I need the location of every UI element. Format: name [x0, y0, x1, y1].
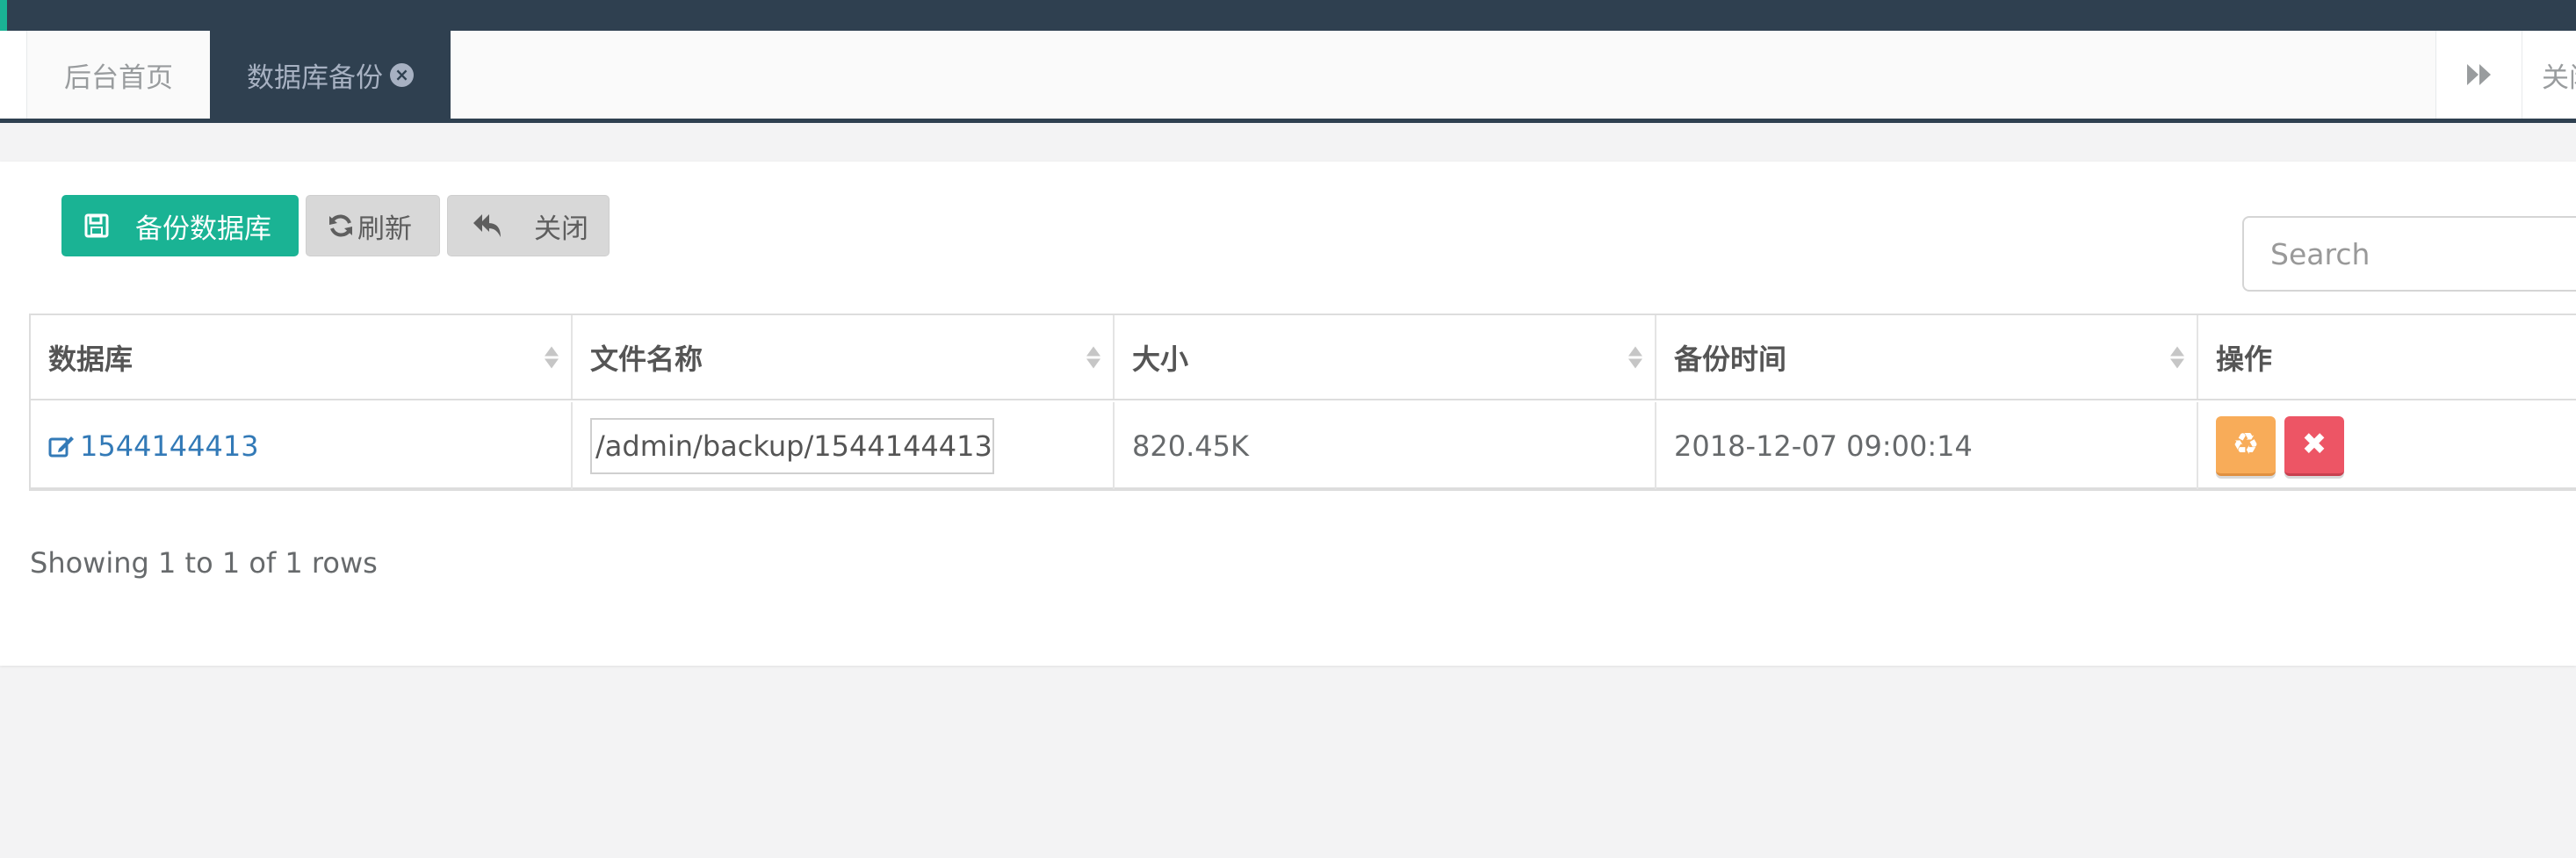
reply-icon — [473, 213, 502, 239]
close-button[interactable]: 关闭 — [447, 195, 610, 256]
database-name: 1544144413 — [80, 429, 259, 463]
filename-field[interactable] — [590, 417, 994, 474]
close-operations-label: 关闭操作 — [2542, 61, 2576, 94]
sort-icon — [545, 346, 559, 368]
header-database[interactable]: 数据库 — [31, 315, 573, 399]
sort-icon — [1628, 346, 1642, 368]
restore-button[interactable]: ♻ — [2216, 415, 2276, 476]
header-backup-time-label: 备份时间 — [1674, 342, 1787, 376]
close-operations-button[interactable]: 关闭操作 — [2522, 31, 2576, 119]
recycle-icon: ♻ — [2232, 427, 2260, 462]
content-tabs-bar: 后台首页 数据库备份 × 关闭操作 — [0, 31, 2576, 123]
file-size: 820.45K — [1132, 429, 1249, 463]
header-operations-label: 操作 — [2216, 342, 2273, 376]
backup-database-button[interactable]: 备份数据库 — [61, 195, 299, 256]
header-filename[interactable]: 文件名称 — [573, 315, 1115, 399]
save-icon — [84, 213, 109, 238]
cell-filename — [573, 402, 1115, 489]
forward-icon — [2466, 64, 2491, 85]
table-header-row: 数据库 文件名称 大小 备份时间 操作 — [31, 315, 2576, 400]
cell-size: 820.45K — [1115, 402, 1656, 489]
table-row: 1544144413 820.45K 2018-12-07 09:00:14 ♻… — [31, 402, 2576, 489]
close-circle-icon[interactable]: × — [390, 62, 414, 87]
delete-x-icon: ✖ — [2301, 427, 2327, 462]
cell-operations: ♻ ✖ — [2198, 402, 2576, 489]
backup-time: 2018-12-07 09:00:14 — [1674, 429, 1973, 463]
tab-home-label: 后台首页 — [64, 61, 173, 94]
cell-backup-time: 2018-12-07 09:00:14 — [1656, 402, 2198, 489]
tab-database-backup[interactable]: 数据库备份 × — [210, 31, 451, 119]
header-operations: 操作 — [2198, 315, 2576, 399]
header-size[interactable]: 大小 — [1115, 315, 1656, 399]
pagination-info: Showing 1 to 1 of 1 rows — [30, 546, 378, 580]
close-label: 关闭 — [534, 213, 588, 245]
header-backup-time[interactable]: 备份时间 — [1656, 315, 2198, 399]
sort-icon — [2170, 346, 2184, 368]
tabs-forward-button[interactable] — [2435, 31, 2522, 119]
tab-home[interactable]: 后台首页 — [27, 31, 210, 119]
backup-panel: 备份数据库 刷新 关闭 数据库 — [0, 162, 2576, 666]
tabs-scroll-left[interactable] — [0, 31, 27, 119]
delete-button[interactable]: ✖ — [2284, 415, 2344, 476]
header-filename-label: 文件名称 — [590, 342, 704, 376]
header-database-label: 数据库 — [48, 342, 133, 376]
tab-database-backup-label: 数据库备份 — [247, 61, 383, 94]
backup-database-label: 备份数据库 — [135, 213, 271, 245]
sort-icon — [1086, 346, 1100, 368]
backup-table: 数据库 文件名称 大小 备份时间 操作 1544144413 /admin/ba… — [29, 314, 2576, 491]
database-link[interactable]: 1544144413 — [48, 429, 259, 463]
refresh-icon — [328, 213, 354, 239]
refresh-button[interactable]: 刷新 — [306, 195, 440, 256]
refresh-label: 刷新 — [357, 213, 412, 245]
top-navbar — [0, 0, 2576, 31]
search-input[interactable] — [2242, 216, 2576, 292]
cell-database: 1544144413 — [31, 402, 573, 489]
edit-icon — [48, 436, 74, 457]
navbar-accent — [0, 0, 7, 31]
header-size-label: 大小 — [1132, 342, 1189, 376]
